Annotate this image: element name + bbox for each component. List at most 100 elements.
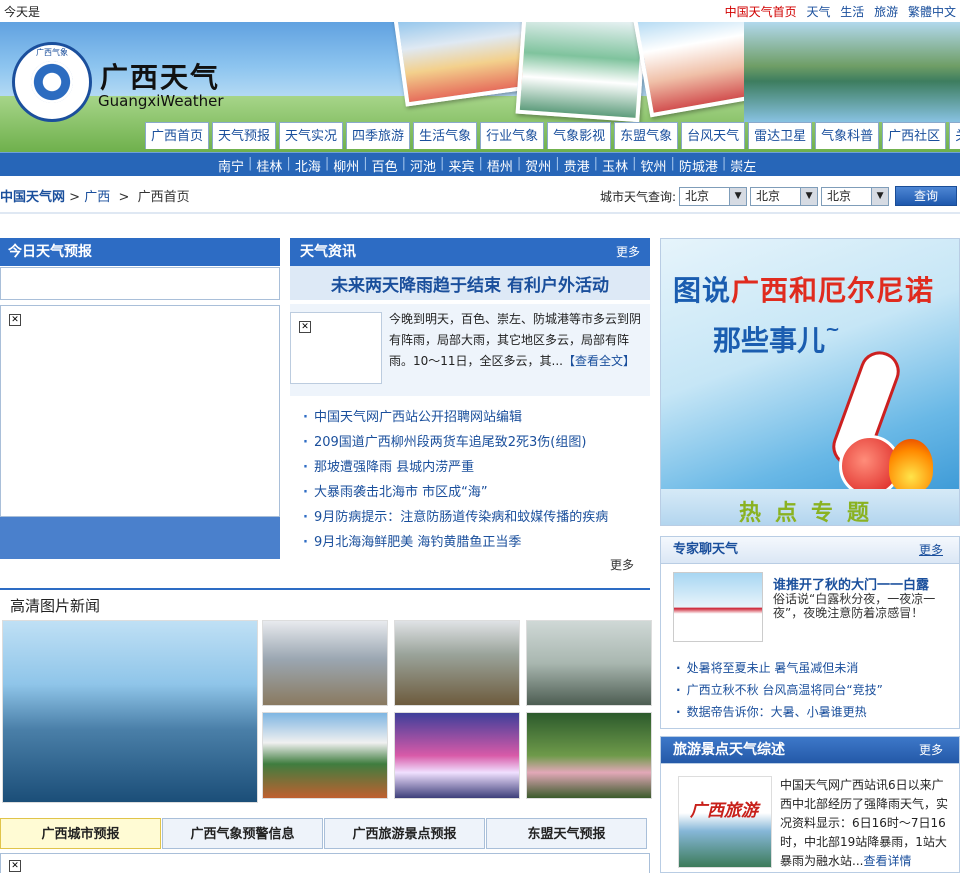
view-detail-link[interactable]: 查看详情 — [863, 854, 911, 868]
city-link[interactable]: 崇左 — [726, 156, 760, 175]
expert-item[interactable]: 广西立秋不秋 台风高温将同台“竞技” — [676, 680, 883, 702]
hd-photo-main[interactable] — [2, 620, 258, 803]
hd-photo-thumb[interactable] — [526, 620, 652, 706]
hd-photo-thumb[interactable] — [262, 620, 388, 706]
province-select[interactable]: 北京 ▼ — [679, 186, 748, 206]
news-item[interactable]: 大暴雨袭击北海市 市区成“海” — [303, 482, 648, 507]
city-link[interactable]: 柳州 — [329, 156, 363, 175]
nav-science[interactable]: 气象科普 — [815, 122, 880, 149]
breadcrumb-sep: > — [69, 190, 81, 205]
city-link[interactable]: 桂林 — [252, 156, 286, 175]
top-link-weather[interactable]: 天气 — [806, 5, 830, 19]
nav-forecast[interactable]: 天气预报 — [212, 122, 277, 149]
nav-asean-weather[interactable]: 东盟气象 — [614, 122, 679, 149]
hot-topic-label: 热点专题 — [738, 501, 883, 526]
tab-asean-forecast[interactable]: 东盟天气预报 — [486, 818, 647, 849]
banner-headline: 图说广西和厄尔尼诺 — [673, 274, 935, 307]
city-link[interactable]: 来宾 — [444, 156, 478, 175]
top-link-life[interactable]: 生活 — [840, 5, 864, 19]
divider — [0, 212, 960, 214]
city-link[interactable]: 北海 — [291, 156, 325, 175]
top-link-travel[interactable]: 旅游 — [874, 5, 898, 19]
hd-photo-thumb[interactable] — [394, 712, 520, 799]
weather-news-more-link[interactable]: 更多 — [616, 238, 640, 266]
tab-warning-info[interactable]: 广西气象预警信息 — [162, 818, 323, 849]
news-list: 中国天气网广西站公开招聘网站编辑 209国道广西柳州段两货车追尾致2死3伤(组图… — [303, 407, 648, 557]
breadcrumb-sep: > — [118, 190, 130, 205]
news-headline[interactable]: 未来两天降雨趋于结束 有利户外活动 — [290, 271, 650, 296]
chevron-down-icon: ▼ — [871, 187, 889, 205]
travel-image[interactable] — [678, 776, 772, 868]
breadcrumb: 中国天气网 > 广西 > 广西首页 — [0, 186, 190, 205]
nav-community[interactable]: 广西社区 — [882, 122, 947, 149]
hd-photo-thumb[interactable] — [394, 620, 520, 706]
nav-season-travel[interactable]: 四季旅游 — [346, 122, 411, 149]
today-forecast-footer — [0, 517, 280, 559]
broken-image-icon: ✕ — [299, 321, 311, 333]
city-link[interactable]: 贵港 — [560, 156, 594, 175]
tab-scenic-forecast[interactable]: 广西旅游景点预报 — [324, 818, 485, 849]
top-bar: 今天是 中国天气首页 天气 生活 旅游 繁體中文 — [0, 0, 960, 22]
hd-photo-thumb[interactable] — [526, 712, 652, 799]
expert-item[interactable]: 数据帝告诉你：大暑、小暑谁更热 — [676, 702, 883, 724]
tab-city-forecast[interactable]: 广西城市预报 — [0, 818, 161, 849]
top-link-traditional[interactable]: 繁體中文 — [908, 5, 956, 19]
nav-industry-weather[interactable]: 行业气象 — [480, 122, 545, 149]
city-link[interactable]: 防城港 — [675, 156, 722, 175]
breadcrumb-current: 广西首页 — [137, 190, 190, 205]
expert-article-image[interactable] — [673, 572, 763, 642]
broken-image-icon: ✕ — [9, 314, 21, 326]
news-item[interactable]: 那坡遭强降雨 县城内涝严重 — [303, 457, 648, 482]
nav-typhoon[interactable]: 台风天气 — [681, 122, 746, 149]
city-link[interactable]: 钦州 — [636, 156, 670, 175]
city-link[interactable]: 玉林 — [598, 156, 632, 175]
hd-photo-news-title: 高清图片新闻 — [10, 597, 101, 615]
logo-ring-text: 广西气象 — [36, 48, 68, 57]
news-item[interactable]: 9月北海海鲜肥美 海钓黄腊鱼正当季 — [303, 532, 648, 557]
breadcrumb-cma[interactable]: 中国天气网 — [0, 190, 65, 205]
city-link[interactable]: 梧州 — [483, 156, 517, 175]
hd-divider — [0, 588, 650, 590]
top-link-cma-home[interactable]: 中国天气首页 — [725, 5, 797, 19]
travel-text: 中国天气网广西站讯6日以来广西中北部经历了强降雨天气，实况资料显示：6日16时～… — [780, 776, 948, 871]
district-select[interactable]: 北京 ▼ — [821, 186, 890, 206]
news-item[interactable]: 209国道广西柳州段两货车追尾致2死3伤(组图) — [303, 432, 648, 457]
topic-banner[interactable]: 图说广西和厄尔尼诺 那些事儿~ 热点专题 — [660, 238, 960, 526]
chevron-down-icon: ▼ — [800, 187, 818, 205]
expert-list: 处暑将至夏未止 暑气虽减但未消 广西立秋不秋 台风高温将同台“竞技” 数据帝告诉… — [676, 658, 883, 724]
nav-guangxi-home[interactable]: 广西首页 — [145, 122, 210, 149]
breadcrumb-guangxi[interactable]: 广西 — [84, 190, 110, 205]
news-item[interactable]: 中国天气网广西站公开招聘网站编辑 — [303, 407, 648, 432]
news-summary-image[interactable]: ✕ — [290, 312, 382, 384]
header-banner: 今天是 中国天气首页 天气 生活 旅游 繁體中文 广西气象 广西天气 Guang… — [0, 0, 960, 152]
city-links: 南宁 | 桂林 | 北海 | 柳州 | 百色 | 河池 | 来宾 | 梧州 | 贺州 | 贵港 | … — [214, 156, 760, 175]
site-title-cn[interactable]: 广西天气 — [100, 56, 220, 96]
city-select[interactable]: 北京 ▼ — [750, 186, 819, 206]
view-full-link[interactable]: 【查看全文】 — [563, 354, 635, 368]
meteorology-logo[interactable]: 广西气象 — [12, 42, 92, 122]
tab-content: ✕ — [0, 853, 650, 873]
city-link[interactable]: 百色 — [368, 156, 402, 175]
news-summary-text: 今晚到明天，百色、崇左、防城港等市多云到阴有阵雨，局部大雨，其它地区多云，局部有… — [389, 309, 645, 372]
nav-observation[interactable]: 天气实况 — [279, 122, 344, 149]
expert-more-link[interactable]: 更多 — [919, 537, 943, 563]
news-item[interactable]: 9月防病提示：注意防肠道传染病和蚊媒传播的疾病 — [303, 507, 648, 532]
travel-more-link[interactable]: 更多 — [919, 737, 943, 763]
expert-item[interactable]: 处暑将至夏未止 暑气虽减但未消 — [676, 658, 883, 680]
expert-section-header: 专家聊天气 更多 — [660, 536, 960, 564]
header-photo-karst — [744, 20, 960, 122]
today-forecast-title: 今日天气预报 — [0, 238, 280, 266]
query-button[interactable]: 查询 — [895, 186, 958, 206]
weather-news-header: 天气资讯 更多 — [290, 238, 650, 266]
city-link[interactable]: 南宁 — [214, 156, 248, 175]
expert-article-title[interactable]: 谁推开了秋的大门一一白露 — [773, 574, 929, 593]
banner-subheadline: 那些事儿~ — [713, 319, 841, 357]
city-link[interactable]: 河池 — [406, 156, 440, 175]
nav-weather-video[interactable]: 气象影视 — [547, 122, 612, 149]
nav-about[interactable]: 关于我们 — [949, 122, 960, 149]
nav-life-weather[interactable]: 生活气象 — [413, 122, 478, 149]
hd-photo-thumb[interactable] — [262, 712, 388, 799]
nav-radar-satellite[interactable]: 雷达卫星 — [748, 122, 813, 149]
city-link[interactable]: 贺州 — [521, 156, 555, 175]
news-list-more-link[interactable]: 更多 — [610, 556, 634, 573]
